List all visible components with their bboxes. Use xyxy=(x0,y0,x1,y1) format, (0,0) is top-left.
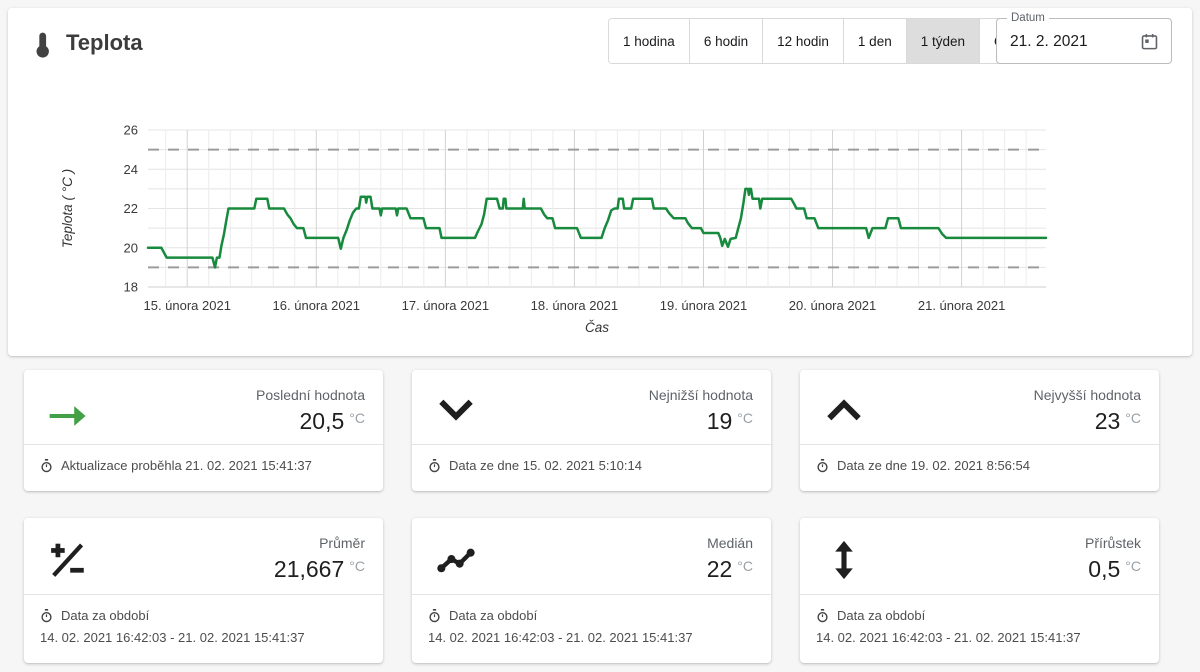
card-value: 19 °C xyxy=(707,408,753,435)
stopwatch-icon xyxy=(428,609,441,623)
page-title: Teplota xyxy=(66,30,143,56)
svg-text:Čas: Čas xyxy=(585,320,609,335)
card-label: Medián xyxy=(707,535,753,551)
footer-text: Data ze dne 15. 02. 2021 5:10:14 xyxy=(449,458,642,473)
footer-text: Data za období xyxy=(61,608,149,623)
card-label: Přírůstek xyxy=(1085,535,1141,551)
value-number: 22 xyxy=(707,556,733,583)
value-unit: °C xyxy=(737,410,753,426)
svg-text:18. února 2021: 18. února 2021 xyxy=(531,298,618,313)
card-divider xyxy=(24,444,383,445)
svg-text:26: 26 xyxy=(124,123,138,138)
svg-text:15. února 2021: 15. února 2021 xyxy=(143,298,230,313)
svg-text:20. února 2021: 20. února 2021 xyxy=(789,298,876,313)
chevron-up-icon xyxy=(822,388,866,432)
svg-text:18: 18 xyxy=(124,280,138,295)
arrows-up-down-icon xyxy=(822,538,866,582)
card-label: Nejvyšší hodnota xyxy=(1034,387,1141,403)
value-unit: °C xyxy=(349,558,365,574)
value-unit: °C xyxy=(1125,558,1141,574)
card-divider xyxy=(24,594,383,595)
date-field-value: 21. 2. 2021 xyxy=(1010,33,1088,51)
svg-text:19. února 2021: 19. února 2021 xyxy=(660,298,747,313)
arrow-right-icon xyxy=(46,394,90,438)
card-footer: Data ze dne 15. 02. 2021 5:10:14 xyxy=(428,458,642,473)
card-value: 22 °C xyxy=(707,556,753,583)
value-number: 23 xyxy=(1095,408,1121,435)
value-number: 0,5 xyxy=(1088,556,1120,583)
card-value: 23 °C xyxy=(1095,408,1141,435)
card-min-value: Nejnižší hodnota 19 °C Data ze dne 15. 0… xyxy=(412,370,771,491)
card-value: 0,5 °C xyxy=(1088,556,1141,583)
card-average: Průměr 21,667 °C Data za období 14. 02. … xyxy=(24,518,383,663)
range-button-group: 1 hodina 6 hodin 12 hodin 1 den 1 týden … xyxy=(608,18,1057,64)
footer-period: 14. 02. 2021 16:42:03 - 21. 02. 2021 15:… xyxy=(428,630,693,645)
card-label: Poslední hodnota xyxy=(256,387,365,403)
svg-text:20: 20 xyxy=(124,240,138,255)
svg-text:24: 24 xyxy=(124,162,138,177)
range-button-6-hodin[interactable]: 6 hodin xyxy=(690,19,763,63)
value-unit: °C xyxy=(737,558,753,574)
card-divider xyxy=(412,594,771,595)
card-label: Průměr xyxy=(319,535,365,551)
card-divider xyxy=(800,444,1159,445)
range-button-12-hodin[interactable]: 12 hodin xyxy=(763,19,844,63)
date-field[interactable]: Datum 21. 2. 2021 xyxy=(996,18,1172,64)
svg-text:22: 22 xyxy=(124,201,138,216)
plus-minus-icon xyxy=(46,538,90,582)
value-number: 19 xyxy=(707,408,733,435)
footer-text: Data za období xyxy=(449,608,537,623)
card-footer: Data za období xyxy=(816,608,925,623)
stopwatch-icon xyxy=(40,609,53,623)
svg-text:21. února 2021: 21. února 2021 xyxy=(918,298,1005,313)
chart-panel: Teplota 1 hodina 6 hodin 12 hodin 1 den … xyxy=(8,8,1192,356)
footer-text: Data za období xyxy=(837,608,925,623)
range-button-1-den[interactable]: 1 den xyxy=(844,19,907,63)
temperature-chart: 18 20 22 24 26 15. února 2021 16. února 2021 17… xyxy=(8,108,1192,348)
card-last-value: Poslední hodnota 20,5 °C Aktualizace pro… xyxy=(24,370,383,491)
footer-text: Aktualizace proběhla 21. 02. 2021 15:41:… xyxy=(61,458,312,473)
stopwatch-icon xyxy=(816,459,829,473)
chevron-down-icon xyxy=(434,388,478,432)
thermometer-icon xyxy=(30,30,58,58)
date-field-label: Datum xyxy=(1007,12,1049,24)
card-footer: Data ze dne 19. 02. 2021 8:56:54 xyxy=(816,458,1030,473)
footer-text: Data ze dne 19. 02. 2021 8:56:54 xyxy=(837,458,1030,473)
card-value: 21,667 °C xyxy=(274,556,365,583)
svg-text:17. února 2021: 17. února 2021 xyxy=(402,298,489,313)
card-max-value: Nejvyšší hodnota 23 °C Data ze dne 19. 0… xyxy=(800,370,1159,491)
card-median: Medián 22 °C Data za období 14. 02. 2021… xyxy=(412,518,771,663)
card-label: Nejnižší hodnota xyxy=(649,387,753,403)
footer-period: 14. 02. 2021 16:42:03 - 21. 02. 2021 15:… xyxy=(40,630,305,645)
footer-period: 14. 02. 2021 16:42:03 - 21. 02. 2021 15:… xyxy=(816,630,1081,645)
card-footer: Data za období xyxy=(40,608,149,623)
value-number: 21,667 xyxy=(274,556,344,583)
timeline-icon xyxy=(434,538,478,582)
card-divider xyxy=(800,594,1159,595)
card-footer: Data za období xyxy=(428,608,537,623)
svg-text:16. února 2021: 16. února 2021 xyxy=(273,298,360,313)
value-number: 20,5 xyxy=(300,408,345,435)
card-divider xyxy=(412,444,771,445)
stopwatch-icon xyxy=(40,459,53,473)
card-footer: Aktualizace proběhla 21. 02. 2021 15:41:… xyxy=(40,458,312,473)
stopwatch-icon xyxy=(816,609,829,623)
card-increment: Přírůstek 0,5 °C Data za období 14. 02. … xyxy=(800,518,1159,663)
range-button-1-tyden[interactable]: 1 týden xyxy=(907,19,980,63)
stopwatch-icon xyxy=(428,459,441,473)
range-button-1-hodina[interactable]: 1 hodina xyxy=(609,19,690,63)
calendar-icon[interactable] xyxy=(1140,32,1159,51)
value-unit: °C xyxy=(349,410,365,426)
value-unit: °C xyxy=(1125,410,1141,426)
card-value: 20,5 °C xyxy=(300,408,365,435)
svg-text:Teplota ( °C ): Teplota ( °C ) xyxy=(60,169,75,248)
